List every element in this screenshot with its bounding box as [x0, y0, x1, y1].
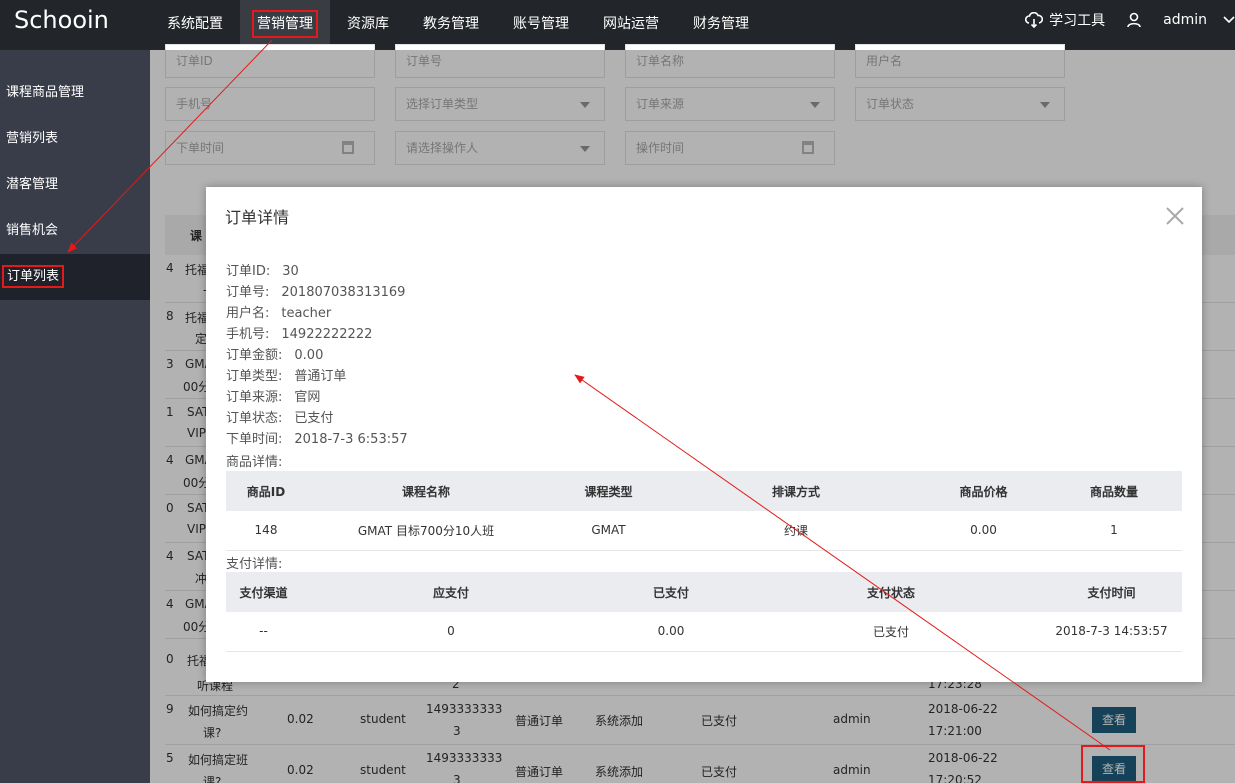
table-header-row: 商品ID 课程名称 课程类型 排课方式 商品价格 商品数量	[226, 471, 1182, 511]
payment-table: 支付渠道 应支付 已支付 支付状态 支付时间 -- 0 0.00 已支付 201…	[226, 572, 1182, 652]
info-row-type: 订单类型: 普通订单	[226, 369, 347, 384]
info-row-amount: 订单金额: 0.00	[226, 348, 324, 363]
sidebar: 课程商品管理 营销列表 潜客管理 销售机会 订单列表	[0, 50, 150, 783]
info-row-phone: 手机号: 14922222222	[226, 327, 373, 342]
table-row: 148 GMAT 目标700分10人班 GMAT 约课 0.00 1	[226, 511, 1182, 551]
sidebar-item-order-list[interactable]: 订单列表	[0, 254, 150, 300]
learning-tools-button[interactable]: 学习工具	[1025, 10, 1105, 30]
info-row-order-id: 订单ID: 30	[226, 264, 299, 279]
modal-title: 订单详情	[225, 208, 290, 227]
sidebar-item-course-products[interactable]: 课程商品管理	[0, 70, 150, 116]
table-header-row: 支付渠道 应支付 已支付 支付状态 支付时间	[226, 572, 1182, 612]
info-row-order-time: 下单时间: 2018-7-3 6:53:57	[226, 432, 408, 447]
goods-table: 商品ID 课程名称 课程类型 排课方式 商品价格 商品数量 148 GMAT 目…	[226, 471, 1182, 551]
info-row-username: 用户名: teacher	[226, 306, 332, 321]
username-label[interactable]: admin	[1163, 12, 1207, 28]
order-detail-modal: 订单详情 订单ID: 30 订单号: 201807038313169 用户名: tea…	[206, 187, 1202, 682]
nav-item-website[interactable]: 网站运营	[586, 0, 676, 50]
order-info: 订单ID: 30 订单号: 201807038313169 用户名: teacher …	[226, 261, 408, 450]
main-nav: 系统配置 营销管理 资源库 教务管理 账号管理 网站运营 财务管理	[150, 0, 766, 50]
info-row-status: 订单状态: 已支付	[226, 411, 334, 426]
payment-detail-label: 支付详情:	[226, 557, 283, 572]
nav-item-accounts[interactable]: 账号管理	[496, 0, 586, 50]
nav-item-academic[interactable]: 教务管理	[406, 0, 496, 50]
nav-item-resources[interactable]: 资源库	[330, 0, 406, 50]
user-icon[interactable]	[1127, 12, 1141, 28]
annotation-highlight-box	[1081, 745, 1145, 783]
sidebar-item-sales-opportunities[interactable]: 销售机会	[0, 208, 150, 254]
sidebar-item-leads[interactable]: 潜客管理	[0, 162, 150, 208]
nav-item-system-config[interactable]: 系统配置	[150, 0, 240, 50]
app-logo[interactable]: Schooin	[14, 6, 109, 34]
table-row: -- 0 0.00 已支付 2018-7-3 14:53:57	[226, 612, 1182, 652]
chevron-down-icon[interactable]	[1223, 15, 1235, 25]
learning-tools-label: 学习工具	[1049, 13, 1106, 29]
close-icon[interactable]	[1166, 207, 1184, 225]
sidebar-item-marketing-list[interactable]: 营销列表	[0, 116, 150, 162]
nav-item-marketing[interactable]: 营销管理	[240, 0, 330, 50]
top-right-area: 学习工具 admin	[1025, 0, 1235, 40]
goods-detail-label: 商品详情:	[226, 455, 283, 470]
info-row-source: 订单来源: 官网	[226, 390, 321, 405]
cloud-download-icon	[1025, 12, 1044, 28]
top-navbar: Schooin 系统配置 营销管理 资源库 教务管理 账号管理 网站运营 财务管…	[0, 0, 1235, 50]
info-row-order-no: 订单号: 201807038313169	[226, 285, 406, 300]
nav-item-finance[interactable]: 财务管理	[676, 0, 766, 50]
